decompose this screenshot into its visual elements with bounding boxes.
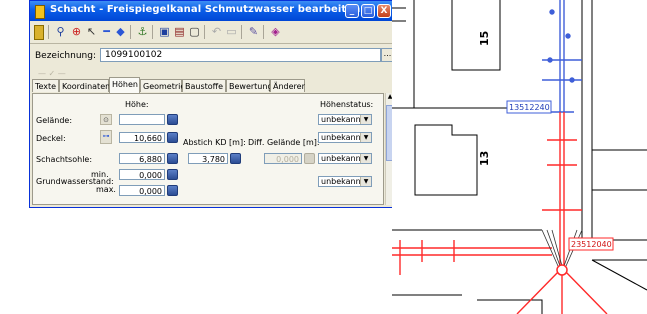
line-icon[interactable]: ━ (100, 25, 113, 38)
abstich-calc-icon[interactable] (230, 153, 241, 164)
deckel-pick-icon[interactable]: ⊶ (100, 130, 112, 144)
deckel-input[interactable]: 10,660 (119, 132, 165, 143)
deckel-calc-icon[interactable] (167, 132, 178, 143)
grundwasser-max-input[interactable]: 0,000 (119, 185, 165, 196)
grundwasser-min-calc-icon[interactable] (167, 169, 178, 180)
manhole-label-13512240: 13512240 (509, 103, 550, 112)
copy-icon[interactable]: ▤ (173, 25, 186, 38)
abstich-label: Abstich KD [m]: (183, 138, 246, 147)
map-view[interactable]: 15 13 13512240 23512040 (392, 0, 647, 314)
color-icon[interactable]: ◈ (269, 25, 282, 38)
close-button[interactable]: X (377, 4, 391, 18)
crosshair-icon[interactable]: ⊕ (70, 25, 83, 38)
grundwasser-max-label: max. (96, 185, 116, 194)
schachtsohle-label: Schachtsohle: (36, 155, 93, 164)
save-icon[interactable]: ▭ (225, 25, 238, 38)
network-icon[interactable]: ⚓ (136, 25, 149, 38)
hoehe-header: Höhe: (125, 100, 149, 109)
window-app-icon (35, 5, 45, 19)
diff-gelaende-input: 0,000 (264, 153, 302, 164)
chevron-down-icon[interactable]: ▼ (360, 177, 371, 186)
toolbar: ⚲ ⊕ ↖ ━ ◆ ⚓ ▣ ▤ ▢ ↶ ▭ ✎ ◈ (30, 21, 394, 44)
diamond-icon[interactable]: ◆ (114, 25, 127, 38)
tab-koordinaten[interactable]: Koordinaten (59, 79, 110, 92)
tab-texte[interactable]: Texte (32, 79, 59, 92)
schachtsohle-input[interactable]: 6,880 (119, 153, 165, 164)
gelaende-label: Gelände: (36, 116, 73, 125)
deckel-status-select[interactable]: unbekannte ▼ (318, 132, 372, 143)
tab-hoehen[interactable]: Höhen (109, 77, 140, 93)
hoehenstatus-header: Höhenstatus: (320, 100, 374, 109)
grundwasser-status-select[interactable]: unbekannte ▼ (318, 176, 372, 187)
toolbar-separator (204, 25, 205, 39)
gelaende-calc-icon[interactable] (167, 114, 178, 125)
bezeichnung-input[interactable]: 1099100102 (100, 48, 381, 62)
map-canvas[interactable]: 15 13 13512240 23512040 (392, 0, 647, 314)
paste-icon[interactable]: ▢ (188, 25, 201, 38)
window-title: Schacht - Freispiegelkanal Schmutzwasser… (50, 4, 361, 15)
chevron-down-icon[interactable]: ▼ (360, 133, 371, 142)
toolbar-separator (152, 25, 153, 39)
chevron-down-icon[interactable]: ▼ (360, 115, 371, 124)
toolbar-separator (130, 25, 131, 39)
abstich-input[interactable]: 3,780 (188, 153, 228, 164)
toolbar-separator (48, 25, 49, 39)
gelaende-status-select[interactable]: unbekannte ▼ (318, 114, 372, 125)
diff-calc-icon (304, 153, 315, 164)
parcel-number-15: 15 (478, 31, 491, 46)
maximize-button[interactable]: □ (361, 4, 375, 18)
minimize-button[interactable]: _ (345, 4, 359, 18)
tab-aenderer[interactable]: Änderer (270, 79, 305, 92)
hoehen-panel: Höhe: Höhenstatus: Gelände: ⊙ unbekannte… (32, 93, 384, 205)
deckel-label: Deckel: (36, 134, 66, 143)
reset-icon[interactable]: ↶ (210, 25, 223, 38)
faded-status-text: — ✓ — (38, 69, 66, 78)
pointer-icon[interactable]: ↖ (85, 25, 98, 38)
manhole-symbol[interactable] (556, 264, 568, 276)
gelaende-pick-icon[interactable]: ⊙ (100, 114, 112, 125)
manhole-label-23512040: 23512040 (571, 240, 612, 249)
tab-bewertung[interactable]: Bewertung (226, 79, 273, 92)
toolbar-separator (241, 25, 242, 39)
grundwasser-min-input[interactable]: 0,000 (119, 169, 165, 180)
edit-dialog-window: Schacht - Freispiegelkanal Schmutzwasser… (29, 0, 395, 208)
chevron-down-icon[interactable]: ▼ (360, 154, 371, 163)
title-bar[interactable]: Schacht - Freispiegelkanal Schmutzwasser… (30, 1, 394, 21)
diff-gelaende-label: Diff. Gelände [m]: (248, 138, 320, 147)
grundwasser-max-calc-icon[interactable] (167, 185, 178, 196)
toolbar-separator (263, 25, 264, 39)
schachtsohle-status-select[interactable]: unbekannte ▼ (318, 153, 372, 164)
tab-baustoffe[interactable]: Baustoffe (182, 79, 226, 92)
door-icon[interactable] (34, 25, 44, 40)
zoom-icon[interactable]: ⚲ (54, 25, 67, 38)
settings-icon[interactable]: ✎ (247, 25, 260, 38)
bezeichnung-label: Bezeichnung: (35, 51, 96, 61)
schachtsohle-calc-icon[interactable] (167, 153, 178, 164)
tab-geometrie[interactable]: Geometrie (140, 79, 185, 92)
map-background (392, 0, 647, 314)
parcel-number-13: 13 (478, 151, 491, 166)
layers-icon[interactable]: ▣ (158, 25, 171, 38)
gelaende-input[interactable] (119, 114, 165, 125)
